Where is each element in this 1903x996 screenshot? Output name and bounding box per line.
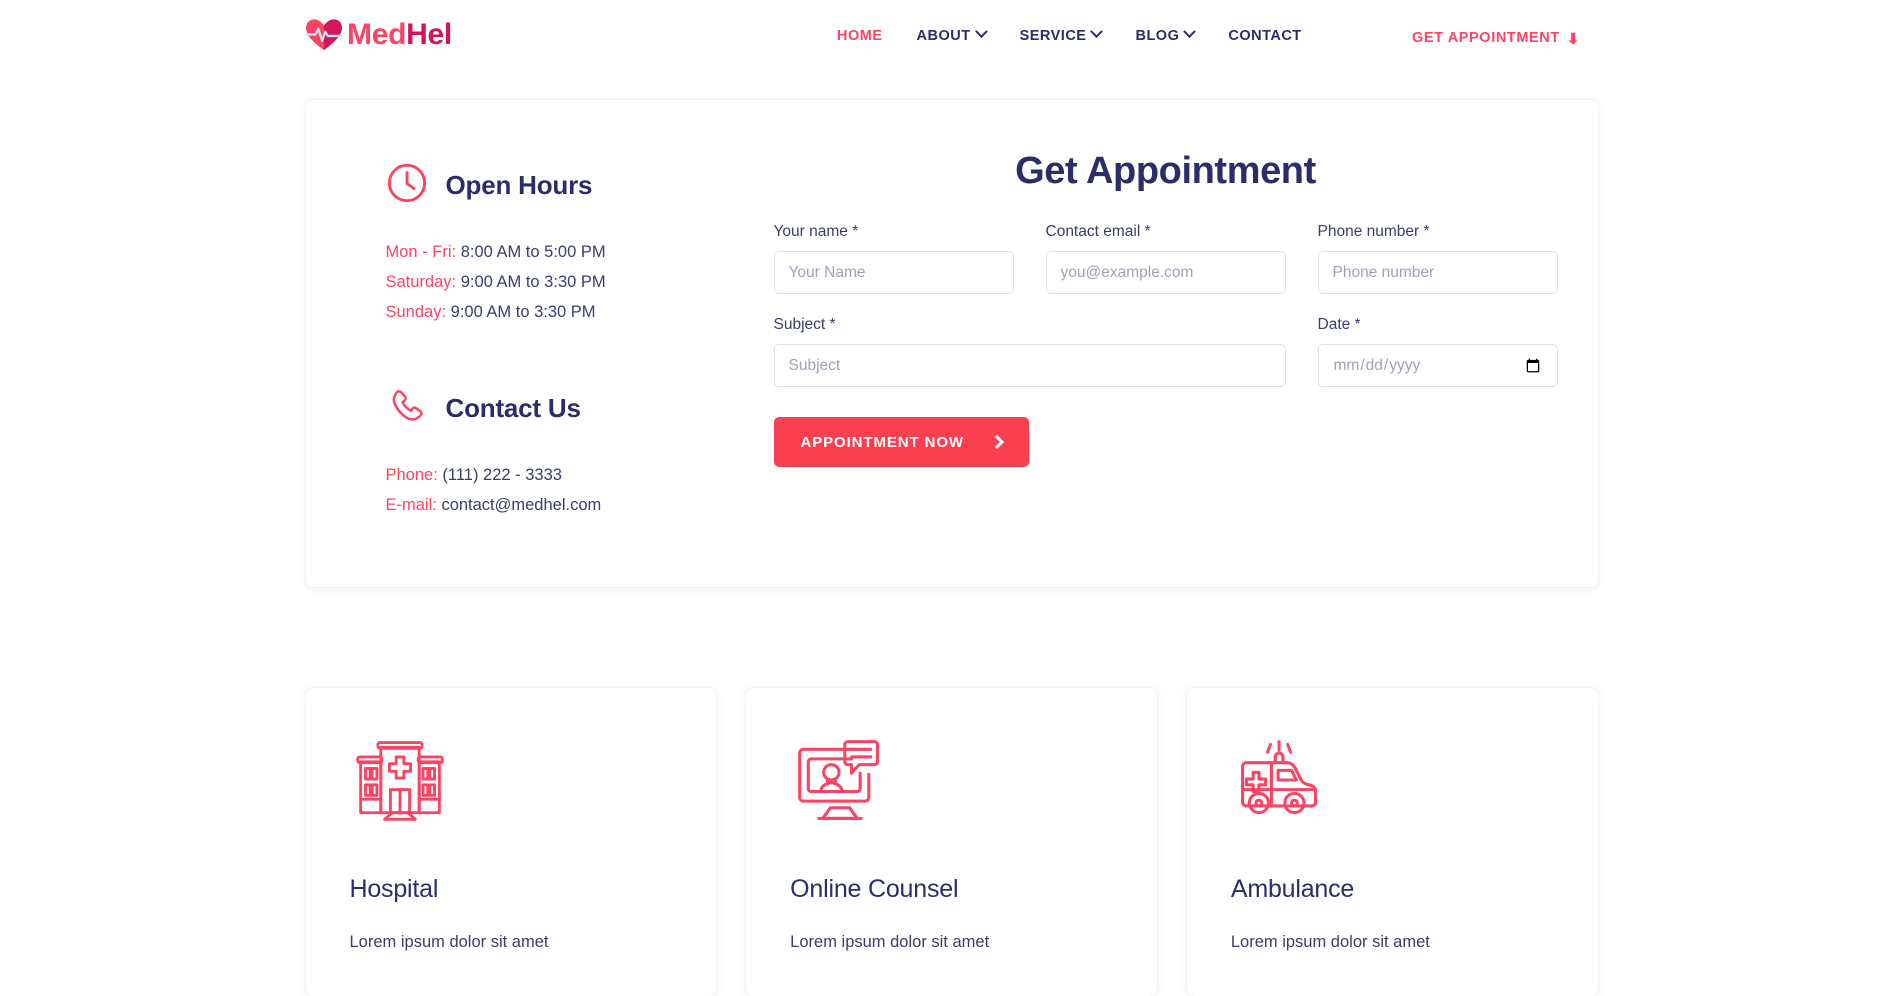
service-card-hospital[interactable]: Hospital Lorem ipsum dolor sit amet <box>305 688 717 996</box>
nav-item-home[interactable]: HOME <box>820 28 900 44</box>
service-title: Online Counsel <box>790 875 959 903</box>
subject-label: Subject * <box>773 316 836 333</box>
chevron-down-icon <box>974 25 988 39</box>
appointment-form: Get Appointment Your name * Contact emai… <box>773 134 1558 547</box>
contact-row-label: Phone: <box>385 466 438 484</box>
contact-row: Phone: (111) 222 - 3333 <box>386 460 774 490</box>
main-navigation: HOME ABOUT SERVICE BLOG CONTACT <box>820 25 1319 44</box>
hospital-building-icon <box>350 741 450 874</box>
field-date: Date * <box>1317 316 1558 387</box>
contact-us-header: Contact Us <box>386 385 774 432</box>
field-phone-number: Phone number * <box>1317 223 1558 294</box>
open-hours-row-value: 8:00 AM to 5:00 PM <box>460 243 606 261</box>
contact-row-value: contact@medhel.com <box>441 496 602 514</box>
phone-icon <box>386 385 428 432</box>
site-logo[interactable]: MedHel <box>305 18 452 52</box>
phone-number-input[interactable] <box>1317 251 1558 294</box>
get-appointment-button[interactable]: GET APPOINTMENT ⬇ <box>1412 30 1580 48</box>
heart-pulse-icon <box>305 18 345 52</box>
appointment-now-button[interactable]: APPOINTMENT NOW <box>773 417 1029 467</box>
logo-text-med: Med <box>347 18 407 51</box>
open-hours-row-value: 9:00 AM to 3:30 PM <box>460 273 606 291</box>
service-title: Hospital <box>349 875 439 903</box>
open-hours-row-label: Mon - Fri: <box>385 243 457 261</box>
service-card-ambulance[interactable]: Ambulance Lorem ipsum dolor sit amet <box>1186 688 1598 996</box>
appointment-panel: Open Hours Mon - Fri: 8:00 AM to 5:00 PM… <box>305 100 1598 587</box>
site-header: MedHel HOME ABOUT SERVICE BLOG CONTACT G… <box>0 0 1903 82</box>
services-section: Hospital Lorem ipsum dolor sit amet Onli… <box>305 688 1598 996</box>
field-your-name: Your name * <box>773 223 1014 294</box>
open-hours-row-label: Sunday: <box>385 303 447 321</box>
service-title: Ambulance <box>1230 875 1355 903</box>
nav-item-service[interactable]: SERVICE <box>1003 25 1119 44</box>
logo-text-hel: Hel <box>406 18 452 51</box>
clock-icon <box>386 162 428 209</box>
get-appointment-label: GET APPOINTMENT <box>1412 30 1560 46</box>
contact-info-column: Open Hours Mon - Fri: 8:00 AM to 5:00 PM… <box>346 134 774 547</box>
contact-email-input[interactable] <box>1045 251 1286 294</box>
field-contact-email: Contact email * <box>1045 223 1286 294</box>
open-hours-row-label: Saturday: <box>385 273 457 291</box>
open-hours-header: Open Hours <box>386 162 774 209</box>
service-card-online-counsel[interactable]: Online Counsel Lorem ipsum dolor sit ame… <box>746 688 1157 996</box>
contact-us-title: Contact Us <box>445 393 581 423</box>
contact-row-value: (111) 222 - 3333 <box>442 466 562 484</box>
open-hours-row: Mon - Fri: 8:00 AM to 5:00 PM <box>386 237 774 267</box>
nav-item-label: SERVICE <box>1019 28 1087 44</box>
open-hours-row: Sunday: 9:00 AM to 3:30 PM <box>386 297 774 327</box>
chevron-right-icon <box>989 434 1005 450</box>
nav-item-blog[interactable]: BLOG <box>1118 25 1211 44</box>
nav-item-label: CONTACT <box>1228 28 1302 44</box>
appointment-section: Open Hours Mon - Fri: 8:00 AM to 5:00 PM… <box>0 82 1903 587</box>
nav-item-about[interactable]: ABOUT <box>900 25 1003 44</box>
open-hours-row: Saturday: 9:00 AM to 3:30 PM <box>386 267 774 297</box>
contact-row: E-mail: contact@medhel.com <box>386 490 774 520</box>
subject-input[interactable] <box>773 344 1286 387</box>
open-hours-row-value: 9:00 AM to 3:30 PM <box>450 303 596 321</box>
chevron-down-icon <box>1183 25 1197 39</box>
nav-item-contact[interactable]: CONTACT <box>1211 28 1318 44</box>
your-name-input[interactable] <box>773 251 1014 294</box>
service-description: Lorem ipsum dolor sit amet <box>1230 933 1430 951</box>
form-row-1: Your name * Contact email * Phone number… <box>773 223 1558 294</box>
field-subject: Subject * <box>773 316 1286 387</box>
chevron-down-icon <box>1090 25 1104 39</box>
date-input[interactable] <box>1317 344 1558 387</box>
service-description: Lorem ipsum dolor sit amet <box>790 933 990 951</box>
your-name-label: Your name * <box>773 223 859 240</box>
nav-item-label: BLOG <box>1135 28 1180 44</box>
service-description: Lorem ipsum dolor sit amet <box>349 933 549 951</box>
ambulance-icon <box>1231 740 1331 874</box>
contact-row-label: E-mail: <box>385 496 437 514</box>
nav-item-label: ABOUT <box>916 28 971 44</box>
date-label: Date * <box>1317 316 1361 333</box>
open-hours-title: Open Hours <box>445 170 593 200</box>
phone-number-label: Phone number * <box>1317 223 1430 240</box>
online-counsel-monitor-icon <box>790 740 890 874</box>
form-title: Get Appointment <box>1015 150 1316 192</box>
appointment-now-label: APPOINTMENT NOW <box>800 433 964 451</box>
nav-item-label: HOME <box>837 28 883 44</box>
contact-email-label: Contact email * <box>1045 223 1151 240</box>
arrow-down-icon: ⬇ <box>1566 30 1580 48</box>
form-row-2: Subject * Date * <box>773 316 1558 387</box>
